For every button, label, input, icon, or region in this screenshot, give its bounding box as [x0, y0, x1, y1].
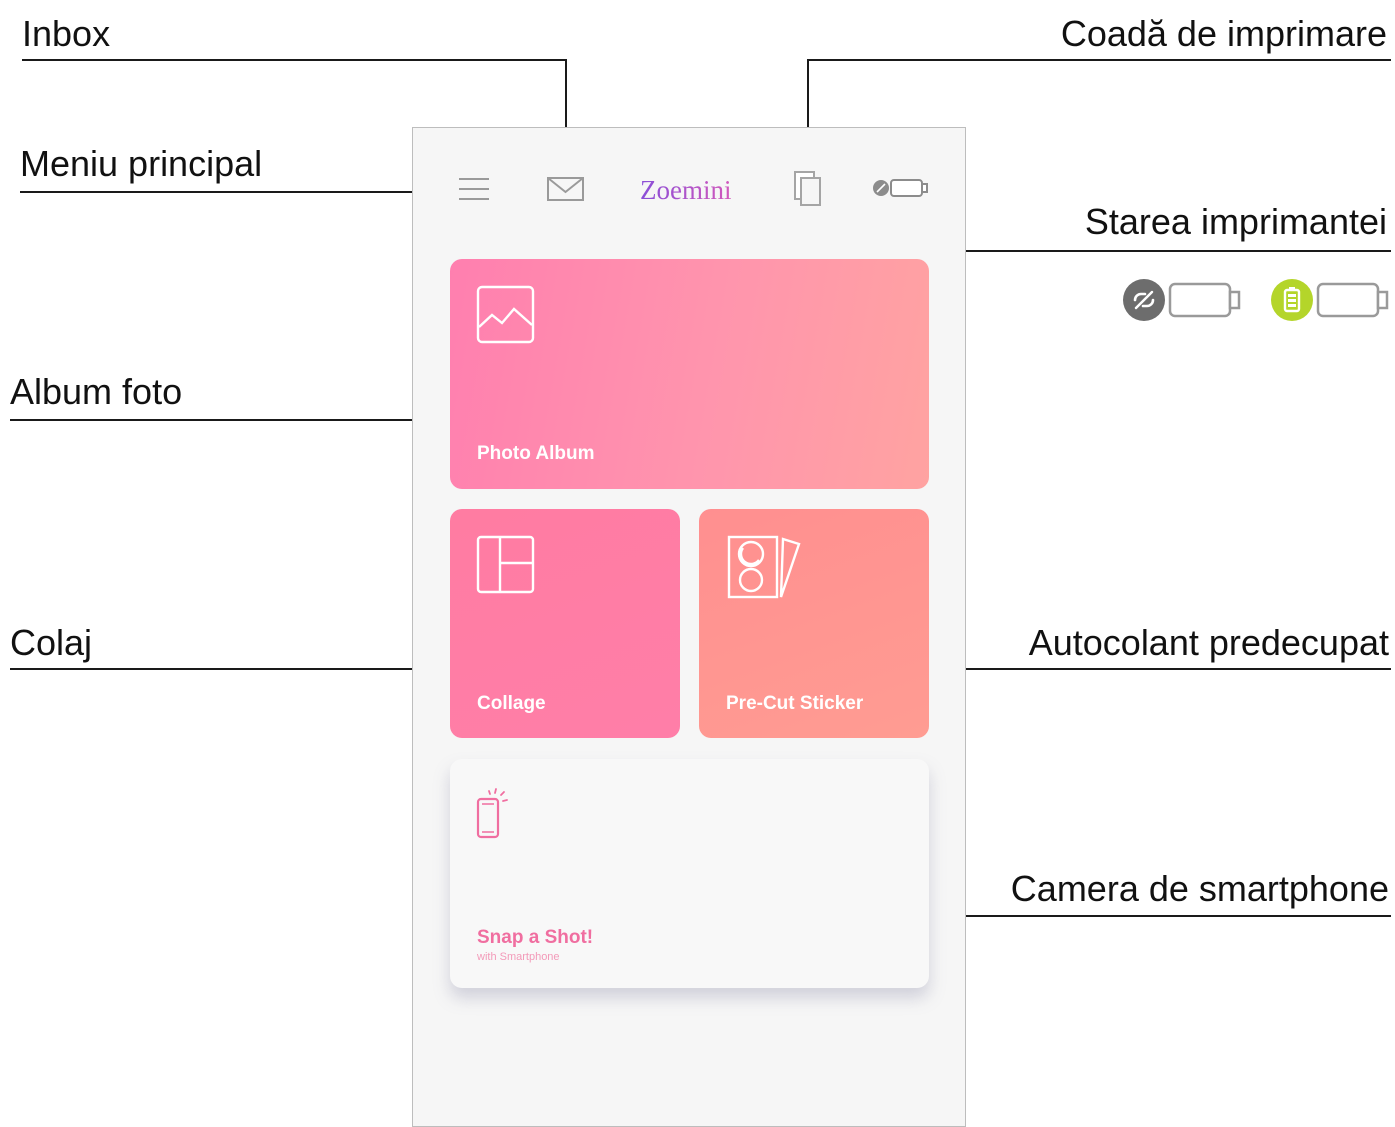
status-legend-battery: [1270, 278, 1390, 322]
status-legend-disconnected: [1122, 278, 1242, 322]
collage-icon: [476, 535, 536, 600]
snap-a-shot-sublabel: with Smartphone: [477, 951, 560, 963]
sticker-icon: [725, 535, 805, 604]
callout-inbox: Inbox: [22, 13, 111, 54]
print-queue-icon: [794, 171, 821, 206]
printer-status-button[interactable]: [872, 176, 932, 205]
callout-printer-status: Starea imprimantei: [1084, 201, 1387, 242]
precut-sticker-tile[interactable]: Pre-Cut Sticker: [699, 509, 929, 738]
leader-line-precut-sticker: [893, 668, 1391, 670]
photo-album-label: Photo Album: [477, 443, 595, 464]
photo-album-tile[interactable]: Photo Album: [450, 259, 929, 489]
precut-sticker-label: Pre-Cut Sticker: [726, 693, 864, 714]
callout-photo-album: Album foto: [10, 371, 183, 412]
battery-icon: [1271, 279, 1389, 321]
collage-label: Collage: [477, 693, 546, 714]
collage-tile[interactable]: Collage: [450, 509, 680, 738]
printer-status-icon: [873, 179, 928, 197]
leader-line-inbox: [22, 59, 567, 61]
callout-collage: Colaj: [10, 622, 93, 663]
menu-icon: [459, 178, 489, 200]
image-icon: [476, 285, 536, 350]
callout-print-queue: Coadă de imprimare: [1060, 13, 1387, 54]
snap-a-shot-label: Snap a Shot!: [477, 927, 594, 948]
smartphone-icon: [476, 785, 516, 850]
leader-line-smartphone-camera: [893, 915, 1391, 917]
app-logo: Zoemini: [640, 170, 750, 210]
leader-line-main-menu: [20, 191, 452, 193]
inbox-button[interactable]: [546, 175, 586, 208]
snap-a-shot-tile[interactable]: Snap a Shot! with Smartphone: [450, 759, 929, 988]
callout-main-menu: Meniu principal: [20, 143, 263, 184]
callout-precut-sticker: Autocolant predecupat: [1028, 622, 1389, 663]
leader-line-print-queue: [807, 59, 1391, 61]
print-queue-button[interactable]: [792, 170, 824, 213]
link-off-icon: [1123, 279, 1241, 321]
leader-line-printer-status: [903, 250, 1391, 252]
callout-smartphone-camera: Camera de smartphone: [1010, 868, 1389, 909]
mail-icon: [547, 177, 584, 201]
main-menu-button[interactable]: [456, 174, 492, 209]
